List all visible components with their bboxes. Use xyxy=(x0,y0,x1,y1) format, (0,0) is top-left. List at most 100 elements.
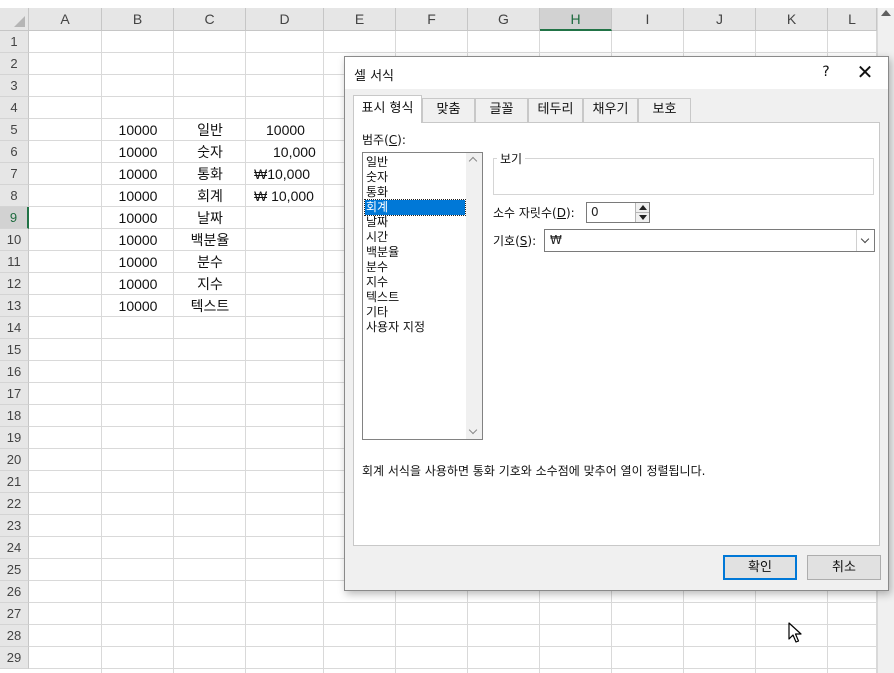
column-header-h[interactable]: H xyxy=(540,8,612,31)
row-header-26[interactable]: 26 xyxy=(0,581,29,603)
tab-border[interactable]: 테두리 xyxy=(528,98,583,122)
row-header-9[interactable]: 9 xyxy=(0,207,29,229)
cell-c9[interactable]: 날짜 xyxy=(174,207,246,229)
scroll-up-icon[interactable] xyxy=(468,156,478,166)
dialog-titlebar[interactable]: 셀 서식 ? ✕ xyxy=(345,57,888,89)
category-item[interactable]: 사용자 지정 xyxy=(365,320,465,335)
category-scrollbar[interactable] xyxy=(466,153,482,439)
cell-c13[interactable]: 텍스트 xyxy=(174,295,246,317)
row-header-23[interactable]: 23 xyxy=(0,515,29,537)
decimal-places-stepper[interactable]: 0 xyxy=(586,202,650,223)
row-header-20[interactable]: 20 xyxy=(0,449,29,471)
column-header-e[interactable]: E xyxy=(324,8,396,31)
row-header-13[interactable]: 13 xyxy=(0,295,29,317)
cell-c6[interactable]: 숫자 xyxy=(174,141,246,163)
row-header-19[interactable]: 19 xyxy=(0,427,29,449)
dropdown-button[interactable] xyxy=(856,230,874,251)
row-header-27[interactable]: 27 xyxy=(0,603,29,625)
spin-buttons[interactable] xyxy=(635,203,649,222)
cell-d6[interactable]: 10,000 xyxy=(246,141,324,163)
row-header-8[interactable]: 8 xyxy=(0,185,29,207)
row-header-11[interactable]: 11 xyxy=(0,251,29,273)
column-header-b[interactable]: B xyxy=(102,8,174,31)
scroll-up-icon[interactable] xyxy=(881,10,891,16)
cell-b9[interactable]: 10000 xyxy=(102,207,174,229)
cell-d7[interactable]: ₩10,000 xyxy=(246,163,324,185)
cell-b7[interactable]: 10000 xyxy=(102,163,174,185)
row-header-22[interactable]: 22 xyxy=(0,493,29,515)
row-header-4[interactable]: 4 xyxy=(0,97,29,119)
cell-c11[interactable]: 분수 xyxy=(174,251,246,273)
cell-b10[interactable]: 10000 xyxy=(102,229,174,251)
category-item[interactable]: 시간 xyxy=(365,230,465,245)
cell-b13[interactable]: 10000 xyxy=(102,295,174,317)
cell-b5[interactable]: 10000 xyxy=(102,119,174,141)
symbol-select[interactable]: ₩ xyxy=(544,229,875,252)
close-button[interactable]: ✕ xyxy=(850,59,880,85)
cell-c8[interactable]: 회계 xyxy=(174,185,246,207)
tab-font[interactable]: 글꼴 xyxy=(475,98,528,122)
category-item[interactable]: 일반 xyxy=(365,155,465,170)
scroll-down-icon[interactable] xyxy=(468,425,478,435)
ok-button[interactable]: 확인 xyxy=(723,555,797,580)
cell-d9[interactable] xyxy=(246,207,324,229)
column-header-f[interactable]: F xyxy=(396,8,468,31)
cancel-button[interactable]: 취소 xyxy=(807,555,881,580)
cell-b12[interactable]: 10000 xyxy=(102,273,174,295)
help-button[interactable]: ? xyxy=(815,61,837,83)
decimal-places-value[interactable]: 0 xyxy=(591,205,599,219)
column-header-d[interactable]: D xyxy=(246,8,324,31)
select-all-corner[interactable] xyxy=(0,8,29,31)
cell-d11[interactable] xyxy=(246,251,324,273)
cell-c12[interactable]: 지수 xyxy=(174,273,246,295)
row-header-17[interactable]: 17 xyxy=(0,383,29,405)
row-header-29[interactable]: 29 xyxy=(0,647,29,669)
column-header-c[interactable]: C xyxy=(174,8,246,31)
row-header-21[interactable]: 21 xyxy=(0,471,29,493)
row-header-10[interactable]: 10 xyxy=(0,229,29,251)
cell-c5[interactable]: 일반 xyxy=(174,119,246,141)
cell-b11[interactable]: 10000 xyxy=(102,251,174,273)
category-item[interactable]: 텍스트 xyxy=(365,290,465,305)
cell-c10[interactable]: 백분율 xyxy=(174,229,246,251)
category-item[interactable]: 지수 xyxy=(365,275,465,290)
row-header-6[interactable]: 6 xyxy=(0,141,29,163)
row-header-16[interactable]: 16 xyxy=(0,361,29,383)
category-item[interactable]: 백분율 xyxy=(365,245,465,260)
column-header-a[interactable]: A xyxy=(29,8,102,31)
tab-fill[interactable]: 채우기 xyxy=(583,98,638,122)
category-item[interactable]: 분수 xyxy=(365,260,465,275)
column-header-k[interactable]: K xyxy=(756,8,828,31)
row-header-2[interactable]: 2 xyxy=(0,53,29,75)
tab-alignment[interactable]: 맞춤 xyxy=(422,98,475,122)
row-header-7[interactable]: 7 xyxy=(0,163,29,185)
row-header-28[interactable]: 28 xyxy=(0,625,29,647)
category-item[interactable]: 통화 xyxy=(365,185,465,200)
cell-d8[interactable]: ₩ 10,000 xyxy=(246,185,324,207)
row-header-25[interactable]: 25 xyxy=(0,559,29,581)
category-item[interactable]: 숫자 xyxy=(365,170,465,185)
cell-c7[interactable]: 통화 xyxy=(174,163,246,185)
row-header-3[interactable]: 3 xyxy=(0,75,29,97)
column-header-g[interactable]: G xyxy=(468,8,540,31)
row-header-1[interactable]: 1 xyxy=(0,31,29,53)
row-header-12[interactable]: 12 xyxy=(0,273,29,295)
row-header-14[interactable]: 14 xyxy=(0,317,29,339)
category-item[interactable]: 회계 xyxy=(364,199,466,216)
row-header-18[interactable]: 18 xyxy=(0,405,29,427)
spin-up-icon[interactable] xyxy=(639,205,647,210)
tab-protection[interactable]: 보호 xyxy=(638,98,691,122)
row-header-24[interactable]: 24 xyxy=(0,537,29,559)
column-header-j[interactable]: J xyxy=(684,8,756,31)
category-item[interactable]: 날짜 xyxy=(365,215,465,230)
tab-number[interactable]: 표시 형식 xyxy=(353,95,422,123)
category-item[interactable]: 기타 xyxy=(365,305,465,320)
row-header-5[interactable]: 5 xyxy=(0,119,29,141)
column-header-l[interactable]: L xyxy=(828,8,877,31)
cell-d12[interactable] xyxy=(246,273,324,295)
cell-b8[interactable]: 10000 xyxy=(102,185,174,207)
cell-d5[interactable]: 10000 xyxy=(246,119,324,141)
cell-d10[interactable] xyxy=(246,229,324,251)
column-header-i[interactable]: I xyxy=(612,8,684,31)
row-header-15[interactable]: 15 xyxy=(0,339,29,361)
